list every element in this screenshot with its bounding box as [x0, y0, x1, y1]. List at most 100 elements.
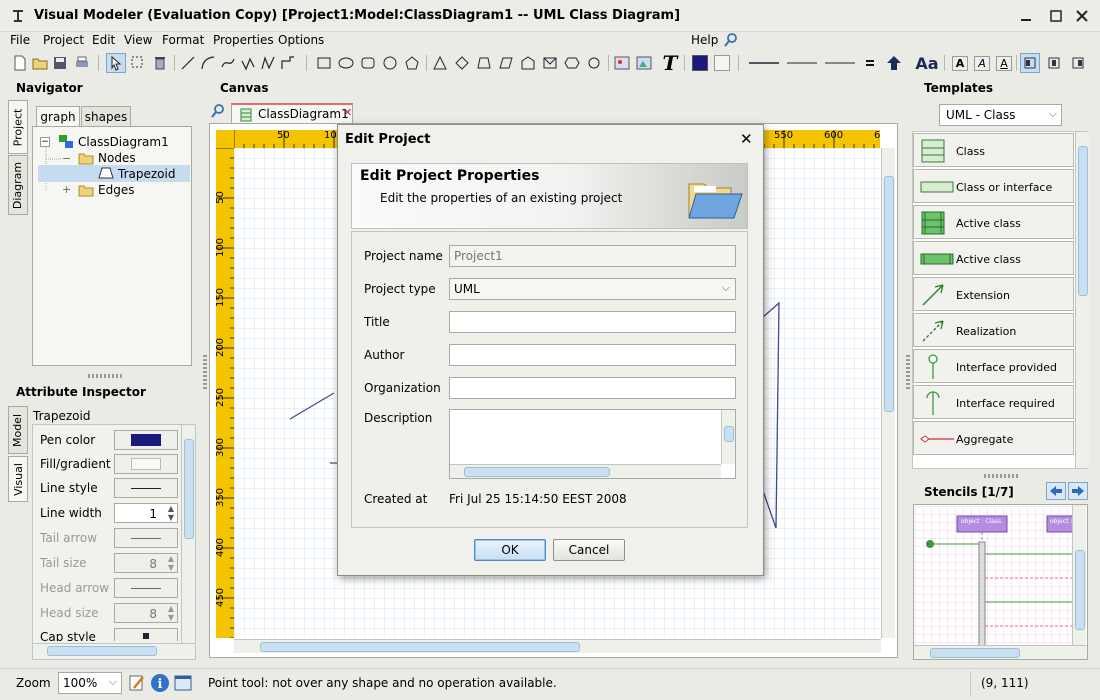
- tree-collapse-root[interactable]: −: [40, 137, 50, 147]
- menu-view[interactable]: View: [124, 33, 152, 47]
- title-input[interactable]: [449, 311, 736, 333]
- align-right-icon[interactable]: [1068, 53, 1088, 73]
- vtab-project[interactable]: Project: [8, 100, 28, 154]
- orthogonal-line-tool-icon[interactable]: [278, 53, 298, 73]
- menu-format[interactable]: Format: [162, 33, 204, 47]
- dialog-close-icon[interactable]: ✕: [740, 130, 753, 148]
- bring-to-front-icon[interactable]: [884, 53, 904, 73]
- house-shape-tool-icon[interactable]: [518, 53, 538, 73]
- delete-icon[interactable]: [150, 53, 170, 73]
- pointer-tool-icon[interactable]: [106, 53, 126, 73]
- menu-project[interactable]: Project: [43, 33, 84, 47]
- open-folder-icon[interactable]: [30, 53, 50, 73]
- hexagon-tool-icon[interactable]: [562, 53, 582, 73]
- solid-line-style-icon[interactable]: [748, 53, 780, 73]
- maximize-icon[interactable]: [1048, 8, 1064, 24]
- fill-color-swatch[interactable]: [712, 53, 732, 73]
- template-active-class[interactable]: Active class: [913, 205, 1074, 239]
- zoom-select[interactable]: 100% ⌵: [58, 672, 122, 694]
- menu-properties[interactable]: Properties: [213, 33, 274, 47]
- template-interface-provided[interactable]: Interface provided: [913, 349, 1074, 383]
- rectangle-tool-icon[interactable]: [314, 53, 334, 73]
- organization-input[interactable]: [449, 377, 736, 399]
- spinner-arrows-icon[interactable]: ▲ ▼: [168, 604, 174, 622]
- tab-graph[interactable]: graph: [36, 106, 80, 126]
- tree-nodes-label[interactable]: Nodes: [98, 151, 136, 165]
- triangle-tool-icon[interactable]: [430, 53, 450, 73]
- tail-size-spinner[interactable]: 8 ▲ ▼: [114, 553, 178, 573]
- canvas-hscroll[interactable]: [234, 639, 881, 653]
- tree-expand-edges[interactable]: +: [62, 183, 71, 196]
- new-file-icon[interactable]: [10, 53, 30, 73]
- parallelogram-tool-icon[interactable]: [496, 53, 516, 73]
- description-textarea[interactable]: [449, 409, 736, 479]
- stencil-hscroll[interactable]: [914, 645, 1087, 659]
- template-class-or-interface[interactable]: Class or interface: [913, 169, 1074, 203]
- polyline-tool-icon[interactable]: [238, 53, 258, 73]
- close-tab-icon[interactable]: ✕: [343, 106, 352, 119]
- pen-color-value[interactable]: [114, 430, 178, 450]
- window-layout-icon[interactable]: [174, 674, 192, 692]
- close-window-icon[interactable]: [1074, 8, 1090, 24]
- author-input[interactable]: [449, 344, 736, 366]
- minimize-icon[interactable]: [1018, 8, 1034, 24]
- stencil-vscroll[interactable]: [1072, 505, 1086, 645]
- info-icon[interactable]: i: [150, 673, 170, 693]
- template-aggregate[interactable]: Aggregate: [913, 421, 1074, 455]
- text-tool-icon[interactable]: T: [660, 51, 680, 75]
- project-type-select[interactable]: UML ⌵: [449, 278, 736, 300]
- vtab-diagram[interactable]: Diagram: [8, 155, 28, 215]
- template-realization[interactable]: Realization: [913, 313, 1074, 347]
- template-extension[interactable]: Extension: [913, 277, 1074, 311]
- small-circle-tool-icon[interactable]: [584, 53, 604, 73]
- save-icon[interactable]: [50, 53, 70, 73]
- menu-edit[interactable]: Edit: [92, 33, 115, 47]
- tree-collapse-nodes[interactable]: −: [62, 152, 71, 165]
- stencil-next-button[interactable]: [1068, 482, 1088, 500]
- fill-gradient-value[interactable]: [114, 454, 178, 474]
- tree-root-label[interactable]: ClassDiagram1: [78, 135, 169, 149]
- picture-edit-icon[interactable]: [634, 53, 654, 73]
- line-tool-icon[interactable]: [178, 53, 198, 73]
- stencil-preview[interactable]: object : Class object :: [913, 504, 1088, 660]
- spinner-arrows-icon[interactable]: ▲ ▼: [168, 504, 174, 522]
- ok-button[interactable]: OK: [474, 539, 546, 561]
- pentagon-tool-icon[interactable]: [402, 53, 422, 73]
- canvas-vscroll[interactable]: [881, 148, 895, 638]
- head-arrow-value[interactable]: [114, 578, 178, 598]
- line-style-value[interactable]: [114, 478, 178, 498]
- menu-file[interactable]: File: [10, 33, 30, 47]
- align-left-icon[interactable]: [1020, 53, 1040, 73]
- rounded-rect-tool-icon[interactable]: [358, 53, 378, 73]
- align-center-icon[interactable]: [1044, 53, 1064, 73]
- description-vscroll[interactable]: [721, 410, 735, 464]
- template-interface-required[interactable]: Interface required: [913, 385, 1074, 419]
- vtab-visual[interactable]: Visual: [8, 456, 28, 502]
- thin-line-style-icon[interactable]: [786, 53, 818, 73]
- templates-dropdown[interactable]: UML - Class ⌵: [939, 104, 1062, 126]
- cap-style-value[interactable]: [114, 628, 178, 641]
- template-class[interactable]: Class: [913, 133, 1074, 167]
- edit-pencil-icon[interactable]: [128, 674, 146, 692]
- image-tool-icon[interactable]: [612, 53, 632, 73]
- menu-help[interactable]: Help: [691, 33, 718, 47]
- underline-button[interactable]: A: [994, 53, 1014, 73]
- search-icon[interactable]: [211, 104, 225, 118]
- tab-classdiagram1[interactable]: ClassDiagram1 ✕: [231, 103, 353, 123]
- tail-arrow-value[interactable]: [114, 528, 178, 548]
- splitter-grip[interactable]: [88, 374, 122, 378]
- font-icon[interactable]: Aa: [914, 53, 940, 73]
- diamond-tool-icon[interactable]: [452, 53, 472, 73]
- inspector-hscroll[interactable]: [33, 643, 195, 657]
- line-width-spinner[interactable]: 1 ▲ ▼: [114, 503, 178, 523]
- vtab-model[interactable]: Model: [8, 406, 28, 454]
- inspector-vscroll[interactable]: [181, 425, 195, 643]
- menu-options[interactable]: Options: [278, 33, 324, 47]
- splitter-grip[interactable]: [203, 355, 207, 389]
- templates-vscroll[interactable]: [1075, 132, 1089, 468]
- spinner-arrows-icon[interactable]: ▲ ▼: [168, 554, 174, 572]
- curve-tool-icon[interactable]: [218, 53, 238, 73]
- envelope-shape-tool-icon[interactable]: [540, 53, 560, 73]
- line-color-swatch[interactable]: [690, 53, 710, 73]
- splitter-grip[interactable]: [906, 355, 910, 389]
